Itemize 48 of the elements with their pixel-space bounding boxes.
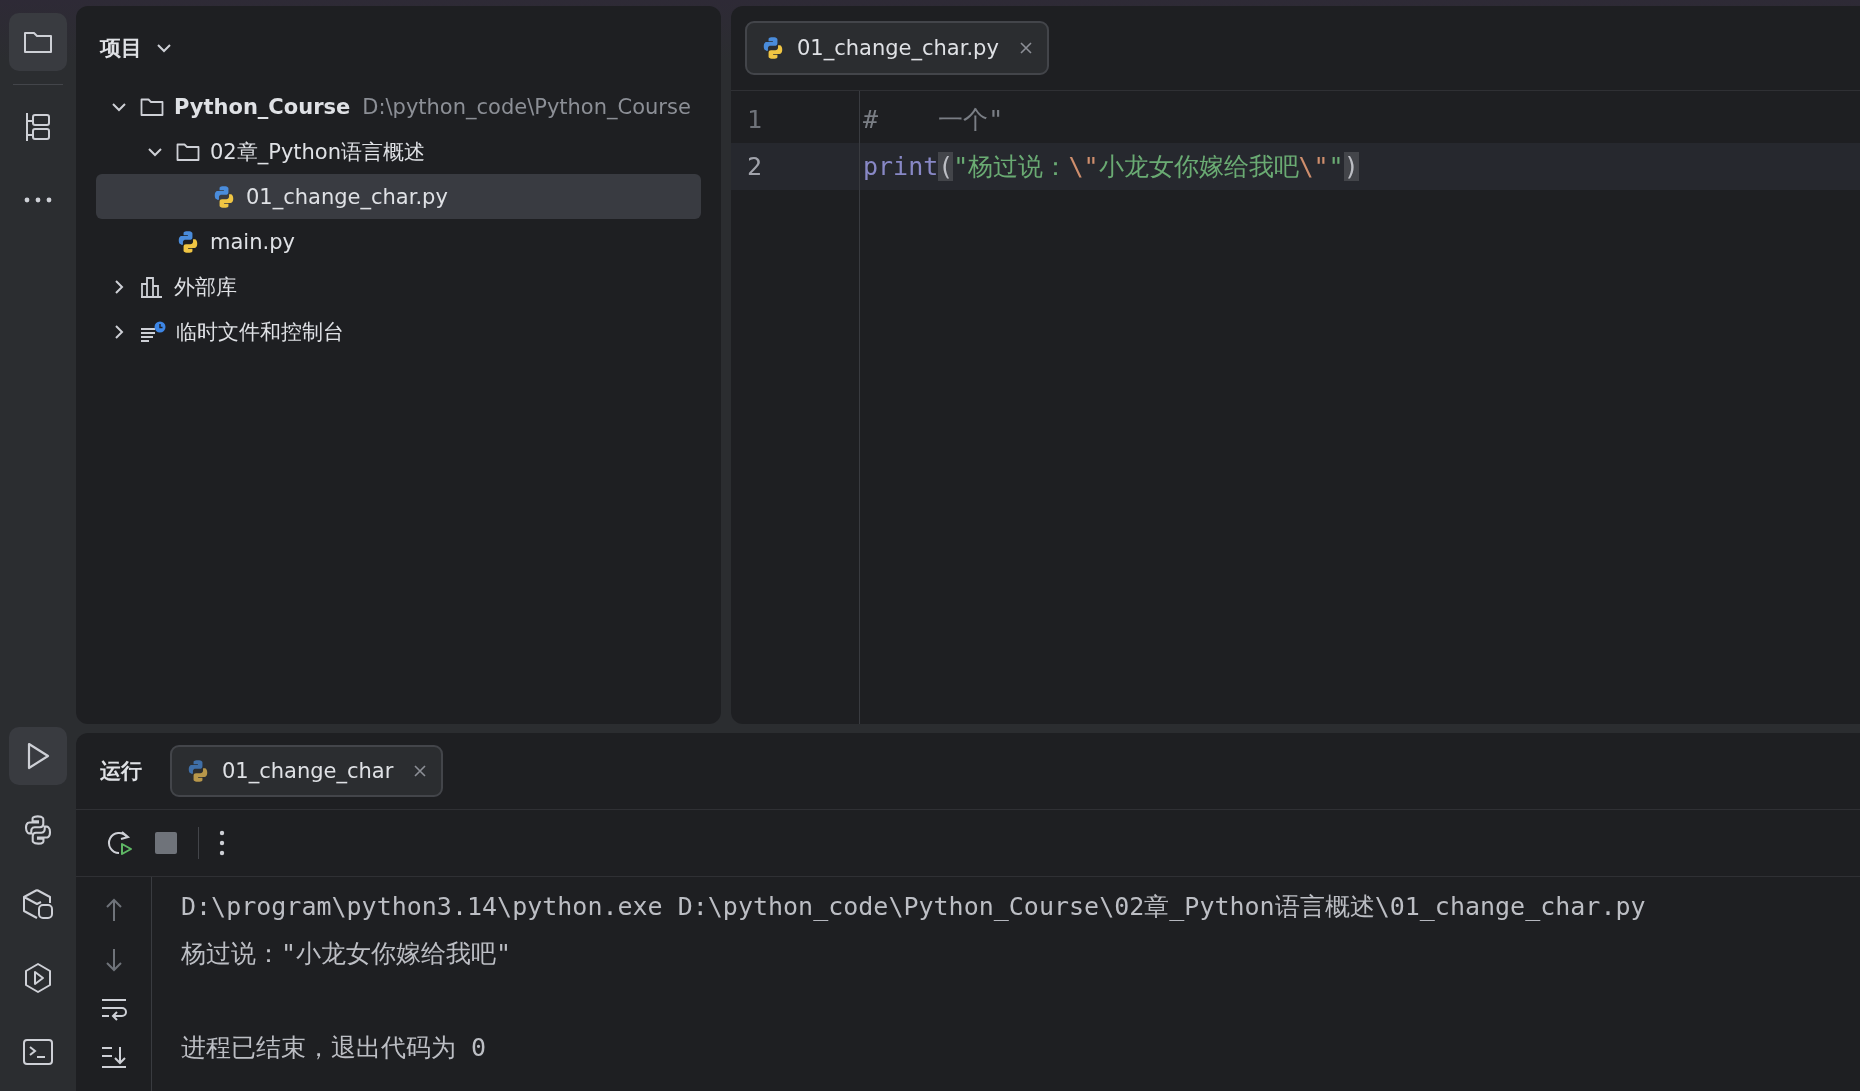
tree-label: Python_Course — [174, 94, 351, 119]
chevron-right-icon[interactable] — [114, 323, 124, 340]
tree-item[interactable]: 02章_Python语言概述 — [96, 129, 701, 174]
console-line: D:\program\python3.14\python.exe D:\python_code\Python_Course\02章_Python语言概述\01_change_char.py — [181, 891, 1646, 923]
close-icon[interactable] — [413, 764, 428, 778]
line-number: 2 — [731, 143, 859, 190]
tab-label: 01_change_char — [222, 759, 394, 783]
tree-item[interactable]: Python_Course D:\python_code\Python_Course — [96, 84, 701, 129]
python-icon — [176, 229, 200, 254]
chevron-down-icon[interactable] — [111, 101, 127, 112]
tree-label: main.py — [210, 229, 295, 254]
code-line: # 一个" — [862, 104, 1005, 136]
tab-label: 01_change_char.py — [797, 36, 999, 60]
folder-icon[interactable] — [9, 13, 67, 71]
scratch-icon — [140, 320, 166, 343]
chevron-down-icon[interactable] — [156, 43, 172, 53]
run-tab[interactable]: 01_change_char — [170, 745, 444, 797]
tree-label: 临时文件和控制台 — [176, 318, 344, 346]
python-icon — [186, 759, 210, 783]
python-icon — [761, 36, 785, 60]
bar-chart-icon — [140, 275, 164, 298]
python-icon — [212, 184, 236, 209]
panel-title: 运行 — [100, 758, 142, 785]
tree-label: 02章_Python语言概述 — [210, 138, 425, 166]
editor-tab[interactable]: 01_change_char.py — [745, 21, 1049, 75]
tree-item[interactable]: 外部库 — [96, 264, 701, 309]
folder-icon — [140, 96, 164, 117]
soft-wrap-icon[interactable] — [99, 997, 128, 1021]
console-line: 进程已结束，退出代码为 0 — [181, 1032, 488, 1064]
tree-item[interactable]: main.py — [96, 219, 701, 264]
panel-title: 项目 — [100, 35, 142, 62]
tree-item[interactable]: 01_change_char.py — [96, 174, 701, 219]
arrow-down-icon[interactable] — [103, 947, 124, 973]
tree-item[interactable]: 临时文件和控制台 — [96, 309, 701, 354]
rerun-icon[interactable] — [106, 829, 134, 857]
line-number: 1 — [746, 104, 764, 136]
close-icon[interactable] — [1018, 41, 1033, 55]
path-label: D:\python_code\Python_Course — [362, 94, 691, 119]
scroll-to-end-icon[interactable] — [99, 1045, 128, 1069]
run-icon[interactable] — [9, 727, 67, 785]
more-icon[interactable] — [219, 830, 225, 856]
chevron-right-icon[interactable] — [114, 278, 124, 295]
tree-label: 外部库 — [174, 273, 237, 301]
stop-icon[interactable] — [154, 831, 178, 855]
console-line: 杨过说："小龙女你嫁给我吧" — [181, 938, 513, 970]
folder-icon — [176, 141, 200, 162]
chevron-down-icon[interactable] — [147, 146, 163, 157]
tree-label: 01_change_char.py — [246, 184, 448, 209]
